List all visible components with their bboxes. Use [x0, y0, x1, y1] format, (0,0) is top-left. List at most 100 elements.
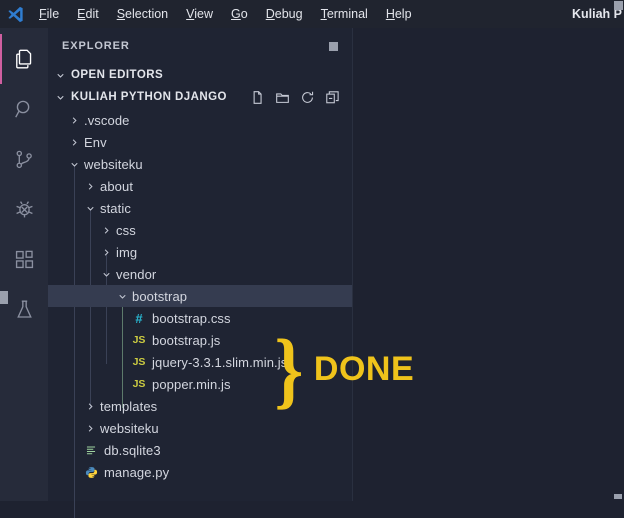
vscode-window: File Edit Selection View Go Debug Termin…	[0, 0, 624, 518]
extensions-icon	[12, 247, 37, 272]
new-file-icon[interactable]	[250, 90, 265, 105]
tree-item-vscode[interactable]: .vscode	[48, 109, 352, 131]
section-kuliah-python-django: KULIAH PYTHON DJANGO .vscode Env website…	[48, 86, 352, 518]
explorer-sidebar: EXPLORER OPEN EDITORS KULIAH PYTHON DJAN…	[48, 28, 352, 518]
menu-item-debug-rest: ebug	[274, 7, 303, 21]
menu-item-help-rest: elp	[394, 7, 412, 21]
tree-item-label: bootstrap.js	[152, 332, 221, 348]
tree-item-manage-py[interactable]: manage.py	[48, 461, 352, 483]
tree-item-label: bootstrap.css	[152, 310, 231, 326]
tree-item-db-sqlite3[interactable]: db.sqlite3	[48, 439, 352, 461]
js-file-icon: JS	[132, 378, 146, 390]
menu-item-view-rest: iew	[194, 7, 214, 21]
chevron-right-icon	[82, 423, 98, 434]
tree-item-label: popper.min.js	[152, 376, 231, 392]
sidebar-resize-handle[interactable]	[0, 291, 8, 304]
menu-item-edit-rest: dit	[85, 7, 99, 21]
tree-item-css[interactable]: css	[48, 219, 352, 241]
menu-item-edit[interactable]: Edit	[68, 3, 108, 25]
menu-item-terminal[interactable]: Terminal	[312, 3, 377, 25]
chevron-down-icon	[66, 159, 82, 170]
tree-item-label: jquery-3.3.1.slim.min.js	[152, 354, 288, 370]
tree-item-label: bootstrap	[132, 288, 188, 304]
tree-item-label: img	[116, 244, 138, 260]
menu-item-debug-mnemonic: D	[265, 7, 275, 21]
file-tree: .vscode Env websiteku about static css i…	[48, 108, 352, 518]
menu-item-selection-rest: election	[125, 7, 169, 21]
collapse-all-icon[interactable]	[325, 90, 340, 105]
beaker-icon	[12, 297, 37, 322]
chevron-right-icon	[82, 181, 98, 192]
css-file-icon: #	[135, 310, 143, 326]
tree-item-label: websiteku	[100, 420, 159, 436]
more-actions-icon[interactable]	[329, 41, 338, 51]
tree-item-static[interactable]: static	[48, 197, 352, 219]
window-resize-handle-bottom-right[interactable]	[614, 494, 622, 499]
menu-bar: File Edit Selection View Go Debug Termin…	[30, 3, 421, 25]
activity-bar-item-search[interactable]	[0, 84, 48, 134]
menu-item-go-mnemonic: G	[231, 7, 241, 21]
section-header-kuliah-python-django[interactable]: KULIAH PYTHON DJANGO	[48, 86, 352, 108]
chevron-right-icon	[98, 225, 114, 236]
activity-bar-item-extensions[interactable]	[0, 234, 48, 284]
tree-item-websiteku-inner[interactable]: websiteku	[48, 417, 352, 439]
window-resize-handle-top-right[interactable]	[614, 1, 623, 10]
chevron-down-icon	[52, 92, 68, 103]
tree-item-jquery-slim-min-js[interactable]: JS jquery-3.3.1.slim.min.js	[48, 351, 352, 373]
menu-item-go[interactable]: Go	[222, 3, 257, 25]
tree-item-label: about	[100, 178, 134, 194]
activity-bar-item-run-and-debug[interactable]	[0, 184, 48, 234]
menu-item-selection[interactable]: Selection	[108, 3, 177, 25]
menu-item-file[interactable]: File	[30, 3, 68, 25]
tree-item-templates[interactable]: templates	[48, 395, 352, 417]
tree-item-label: manage.py	[104, 464, 170, 480]
folder-actions	[250, 90, 352, 105]
search-icon	[12, 97, 37, 122]
menu-item-file-mnemonic: F	[39, 7, 47, 21]
tree-item-label: Env	[84, 134, 107, 150]
js-file-icon: JS	[132, 334, 146, 346]
activity-bar-item-source-control[interactable]	[0, 134, 48, 184]
editor-area[interactable]	[352, 28, 624, 501]
tree-item-popper-min-js[interactable]: JS popper.min.js	[48, 373, 352, 395]
menu-item-debug[interactable]: Debug	[257, 3, 312, 25]
menu-item-selection-mnemonic: S	[116, 7, 126, 21]
chevron-down-icon	[114, 291, 130, 302]
menu-item-view[interactable]: View	[177, 3, 222, 25]
tree-item-label: css	[116, 222, 136, 238]
tree-item-label: vendor	[116, 266, 157, 282]
activity-bar-item-explorer[interactable]	[0, 34, 48, 84]
tree-item-about[interactable]: about	[48, 175, 352, 197]
database-file-icon	[82, 444, 100, 456]
menu-item-help[interactable]: Help	[377, 3, 421, 25]
tree-item-bootstrap[interactable]: bootstrap	[48, 285, 352, 307]
chevron-right-icon	[66, 115, 82, 126]
workbench-body: EXPLORER OPEN EDITORS KULIAH PYTHON DJAN…	[0, 28, 624, 518]
tree-item-vendor[interactable]: vendor	[48, 263, 352, 285]
source-control-icon	[12, 147, 37, 172]
bug-icon	[12, 197, 37, 222]
tree-item-bootstrap-js[interactable]: JS bootstrap.js	[48, 329, 352, 351]
editor-sidebar-divider[interactable]	[352, 28, 353, 501]
menu-item-help-mnemonic: H	[385, 7, 395, 21]
explorer-header: EXPLORER	[48, 28, 352, 64]
chevron-down-icon	[82, 203, 98, 214]
explorer-title: EXPLORER	[62, 40, 130, 52]
chevron-right-icon	[66, 137, 82, 148]
files-icon	[12, 47, 37, 72]
menu-item-terminal-rest: erminal	[326, 7, 368, 21]
tree-item-bootstrap-css[interactable]: # bootstrap.css	[48, 307, 352, 329]
menu-item-file-rest: ile	[46, 7, 60, 21]
section-header-open-editors[interactable]: OPEN EDITORS	[48, 64, 352, 86]
python-file-icon	[82, 466, 100, 479]
tree-item-websiteku[interactable]: websiteku	[48, 153, 352, 175]
section-label-kuliah-python-django: KULIAH PYTHON DJANGO	[71, 91, 227, 103]
chevron-right-icon	[98, 247, 114, 258]
new-folder-icon[interactable]	[275, 90, 290, 105]
tree-item-env[interactable]: Env	[48, 131, 352, 153]
tree-item-img[interactable]: img	[48, 241, 352, 263]
js-file-icon: JS	[132, 356, 146, 368]
tree-item-label: .vscode	[84, 112, 130, 128]
refresh-icon[interactable]	[300, 90, 315, 105]
section-open-editors: OPEN EDITORS	[48, 64, 352, 86]
